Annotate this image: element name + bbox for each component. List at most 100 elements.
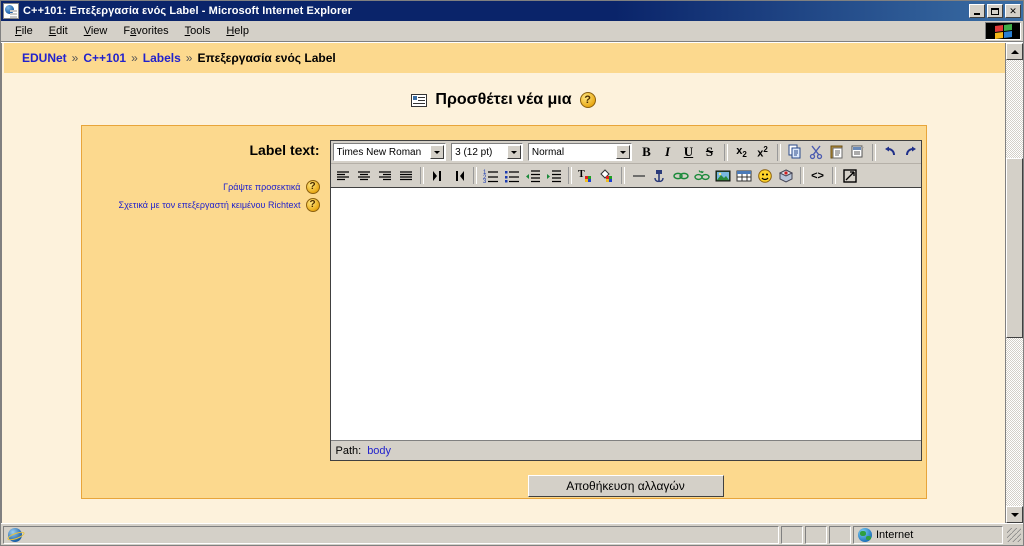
breadcrumb-separator: » [71,50,79,65]
paragraph-style-value: Normal [531,146,565,158]
align-left-button[interactable] [333,166,353,186]
anchor-button[interactable] [650,166,670,186]
scroll-down-button[interactable] [1006,506,1023,523]
breadcrumb-current: Επεξεργασία ενός Label [197,50,336,65]
menu-item-view[interactable]: View [76,23,116,39]
insert-table-button[interactable] [734,166,754,186]
hint-link-write-carefully[interactable]: Γράψτε προσεκτικά [223,182,300,192]
toolbar-separator [799,167,804,184]
hint-link-about-richtext[interactable]: Σχετικά με τον επεξεργαστή κειμένου Rich… [119,200,301,210]
breadcrumb-item-edunet[interactable]: EDUNet [22,51,67,65]
status-bar: Internet [1,523,1023,545]
toolbar-separator [776,143,781,161]
form-label-column: Label text: Γράψτε προσεκτικά ? Σχετικά … [94,140,330,498]
security-zone-label: Internet [876,528,914,541]
ie-logo-animation [985,22,1021,40]
cut-button[interactable] [806,142,826,162]
ordered-list-button[interactable]: 1 2 3 [481,166,501,186]
insert-media-button[interactable] [776,166,796,186]
menu-item-help[interactable]: Help [218,23,257,39]
form-editor-column: Times New Roman 3 (12 pt) Normal B I U S… [329,140,922,498]
status-panel-3 [829,525,851,544]
undo-button[interactable] [880,142,900,162]
menu-item-edit[interactable]: Edit [41,23,76,39]
align-center-button[interactable] [354,166,374,186]
toolbar-separator [723,143,728,161]
fullscreen-button[interactable] [840,166,860,186]
insert-image-button[interactable] [713,166,733,186]
align-justify-button[interactable] [396,166,416,186]
align-right-button[interactable] [375,166,395,186]
vertical-scrollbar[interactable] [1005,43,1023,523]
toolbar-separator [871,143,876,161]
menu-item-tools[interactable]: Tools [177,23,219,39]
editor-path-bar: Path: body [330,440,921,460]
underline-button[interactable]: U [679,142,699,162]
menu-item-file[interactable]: File [7,23,41,39]
bold-button[interactable]: B [637,142,657,162]
indent-button[interactable] [544,166,564,186]
text-color-button[interactable]: T [576,166,596,186]
hint-about-richtext: Σχετικά με τον επεξεργαστή κειμένου Rich… [94,198,320,212]
chevron-down-icon[interactable] [506,145,521,159]
minimize-button[interactable] [969,4,985,18]
breadcrumb-separator: » [185,50,193,65]
insert-link-button[interactable] [671,166,691,186]
breadcrumb-separator: » [131,50,138,65]
security-zone-panel[interactable]: Internet [853,525,1003,544]
title-bar: C++101: Επεξεργασία ενός Label - Microso… [1,1,1023,21]
outdent-button[interactable] [523,166,543,186]
paragraph-style-select[interactable]: Normal [527,143,632,161]
paste-from-word-button[interactable] [848,142,868,162]
toolbar-separator [419,167,424,184]
help-icon[interactable]: ? [579,92,596,108]
direction-ltr-button[interactable] [428,166,448,186]
superscript-button[interactable]: x2 [753,142,773,162]
help-icon[interactable]: ? [305,180,320,194]
background-color-button[interactable] [597,166,617,186]
unlink-button[interactable] [692,166,712,186]
strikethrough-button[interactable]: S [700,142,720,162]
browser-window: C++101: Επεξεργασία ενός Label - Microso… [0,0,1024,546]
copy-button[interactable] [785,142,805,162]
close-button[interactable]: ✕ [1005,4,1021,18]
font-family-select[interactable]: Times New Roman [332,143,447,161]
windows-flag-icon [994,23,1012,39]
page-title: Προσθέτει νέα μια ? [2,91,1005,109]
page-title-text: Προσθέτει νέα μια [435,91,572,108]
maximize-button[interactable] [987,4,1003,18]
edit-label-form: Label text: Γράψτε προσεκτικά ? Σχετικά … [80,125,927,499]
redo-button[interactable] [901,142,921,162]
toolbar-separator [831,167,836,184]
path-label: Path: [335,444,362,457]
scrollbar-track[interactable] [1006,60,1023,506]
status-message-panel [3,525,779,544]
toolbar-separator [620,167,625,184]
chevron-down-icon[interactable] [430,145,445,159]
help-icon[interactable]: ? [305,198,320,212]
unordered-list-button[interactable] [502,166,522,186]
svg-text:T: T [578,169,585,180]
status-panel-1 [781,525,803,544]
chevron-down-icon[interactable] [615,145,630,159]
save-changes-button[interactable]: Αποθήκευση αλλαγών [527,475,724,497]
label-icon [411,93,428,107]
editor-content-area[interactable] [330,187,921,440]
path-value-body[interactable]: body [367,445,391,457]
horizontal-rule-button[interactable] [629,166,649,186]
breadcrumb-item-course[interactable]: C++101 [83,51,126,65]
font-size-select[interactable]: 3 (12 pt) [451,143,523,161]
paste-button[interactable] [827,142,847,162]
scrollbar-thumb[interactable] [1006,158,1023,338]
subscript-button[interactable]: x2 [732,142,752,162]
hint-write-carefully: Γράψτε προσεκτικά ? [94,180,320,194]
insert-emoticon-button[interactable] [755,166,775,186]
breadcrumb-item-labels[interactable]: Labels [143,51,181,65]
scroll-up-button[interactable] [1006,43,1023,60]
menu-item-favorites[interactable]: Favorites [115,23,176,39]
html-source-button[interactable]: <> [808,166,828,186]
label-text-field-label: Label text: [249,142,320,158]
italic-button[interactable]: I [658,142,678,162]
direction-rtl-button[interactable] [449,166,469,186]
resize-grip[interactable] [1007,527,1021,542]
